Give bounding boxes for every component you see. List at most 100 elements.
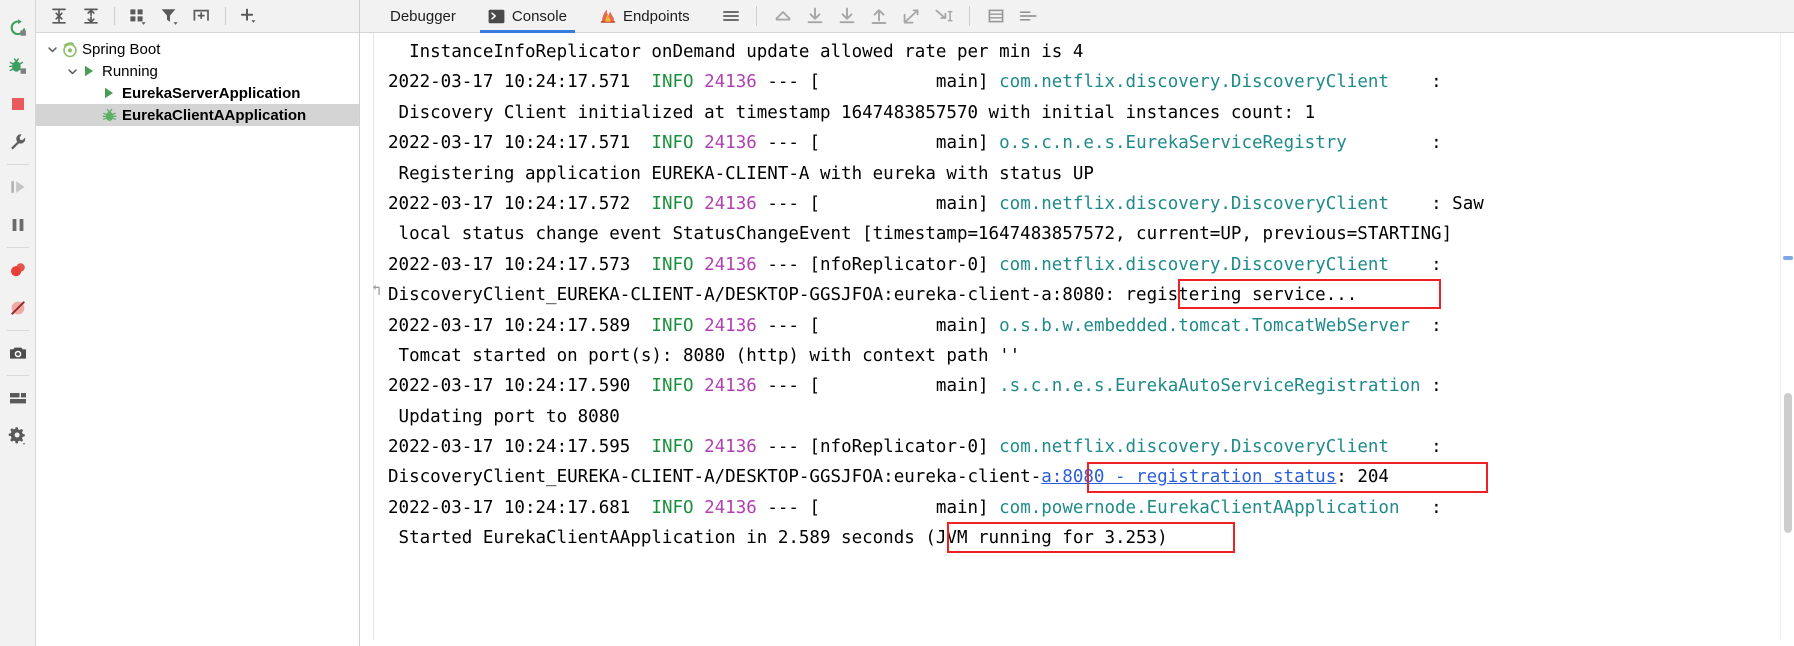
toolbar-divider-2 [225, 7, 226, 25]
console-tabs-bar: Debugger Console Endpoints [360, 0, 1794, 33]
tab-label: Debugger [390, 7, 456, 25]
resume-icon [10, 181, 25, 193]
console-text-segment: : [1346, 133, 1442, 154]
console-text-segment: 24136 [704, 72, 757, 93]
console-line: DiscoveryClient_EUREKA-CLIENT-A/DESKTOP-… [388, 462, 1794, 492]
soft-wrap-button[interactable] [980, 3, 1012, 29]
tab-debugger[interactable]: Debugger [374, 0, 472, 33]
spring-leaf-icon [100, 107, 118, 123]
tree-node-label: Running [102, 62, 158, 80]
console-text-segment: : [1399, 497, 1442, 518]
breakpoint-icon [10, 263, 25, 277]
hamburger-menu-icon [722, 11, 739, 21]
group-by-button[interactable] [123, 3, 153, 29]
collapse-all-button[interactable] [76, 3, 106, 29]
drop-frame-button[interactable] [895, 3, 927, 29]
show-options-menu-button[interactable] [716, 3, 746, 29]
run-green-arrow-icon [100, 85, 118, 101]
console-text-segment [694, 194, 705, 214]
stop-button[interactable] [3, 85, 33, 123]
console-text-segment: Discovery Client initialized at timestam… [388, 102, 1316, 123]
console-text-segment: : 204 [1336, 467, 1389, 488]
tree-node-eureka-server-application[interactable]: EurekaServerApplication [36, 82, 359, 104]
console-side: Debugger Console Endpoints InstanceInfoR… [360, 0, 1794, 646]
drop-frame-icon [903, 9, 919, 24]
resume-program-button[interactable] [3, 168, 33, 206]
gear-settings-button[interactable] [3, 417, 33, 455]
tab-console[interactable]: Console [472, 0, 583, 33]
debug-button[interactable] [3, 47, 33, 85]
console-text-segment: INFO [651, 437, 694, 458]
step-over-button[interactable] [799, 3, 831, 29]
view-breakpoints-button[interactable] [3, 251, 33, 289]
console-text-segment: o.s.c.n.e.s.EurekaServiceRegistry [999, 133, 1347, 154]
run-tree-panel: Spring Boot Running EurekaServerApplicat… [36, 0, 360, 646]
mute-breakpoints-button[interactable] [3, 289, 33, 327]
console-vertical-scrollbar[interactable] [1780, 33, 1794, 640]
screenshot-button[interactable] [3, 334, 33, 372]
console-hyperlink[interactable]: a:8080 - registration status [1041, 467, 1336, 487]
console-text-segment: 2022-03-17 10:24:17.595 [388, 437, 652, 458]
console-text-segment: --- [ main] [756, 133, 1000, 154]
console-line: 2022-03-17 10:24:17.573 INFO 24136 --- [… [388, 250, 1794, 280]
toolbar-divider-1 [114, 7, 115, 25]
console-text-segment: --- [ main] [756, 72, 1000, 93]
plus-icon [240, 8, 256, 23]
console-line: 2022-03-17 10:24:17.571 INFO 24136 --- [… [388, 67, 1794, 97]
console-text-segment: 2022-03-17 10:24:17.572 [388, 193, 652, 214]
fold-marker-icon[interactable]: ↰ [372, 281, 381, 299]
console-text-segment: com.netflix.discovery.DiscoveryClient [999, 72, 1389, 93]
mute-breakpoint-icon [10, 301, 25, 315]
force-step-into-icon [871, 9, 887, 24]
spring-boot-icon [60, 41, 78, 57]
expand-all-button[interactable] [44, 3, 74, 29]
console-line: DiscoveryClient_EUREKA-CLIENT-A/DESKTOP-… [388, 280, 1794, 310]
tab-endpoints[interactable]: Endpoints [583, 0, 706, 33]
console-text-segment: INFO [651, 133, 694, 154]
console-text-segment: com.netflix.discovery.DiscoveryClient [999, 193, 1389, 214]
twisty-expanded-icon[interactable] [64, 63, 80, 79]
run-configurations-tree[interactable]: Spring Boot Running EurekaServerApplicat… [36, 33, 359, 646]
console-text-segment: --- [ main] [756, 193, 1000, 214]
new-frame-button[interactable] [187, 3, 217, 29]
console-text-segment: INFO [651, 315, 694, 336]
settings-wrench-button[interactable] [3, 123, 33, 161]
console-text-segment: .s.c.n.e.s.EurekaAutoServiceRegistration [999, 376, 1421, 397]
console-text-segment [694, 376, 705, 396]
tree-node-running[interactable]: Running [36, 60, 359, 82]
rail-divider-2 [6, 247, 29, 248]
console-line: 2022-03-17 10:24:17.681 INFO 24136 --- [… [388, 493, 1794, 523]
tree-node-spring-boot[interactable]: Spring Boot [36, 38, 359, 60]
console-text[interactable]: InstanceInfoReplicator onDemand update a… [374, 33, 1794, 640]
tabs-divider-2 [968, 6, 970, 26]
run-to-cursor-button[interactable] [927, 3, 959, 29]
console-text-segment: DiscoveryClient_EUREKA-CLIENT-A/DESKTOP-… [388, 467, 1042, 488]
console-line: Started EurekaClientAApplication in 2.58… [388, 523, 1794, 553]
align-lines-button[interactable] [1012, 3, 1044, 29]
chevron-down-icon [173, 22, 178, 25]
scrollbar-thumb[interactable] [1784, 393, 1792, 533]
rerun-button[interactable] [3, 9, 33, 47]
run-green-arrow-icon [80, 63, 98, 79]
step-into-button[interactable] [831, 3, 863, 29]
console-line: Registering application EUREKA-CLIENT-A … [388, 159, 1794, 189]
pause-program-button[interactable] [3, 206, 33, 244]
force-step-into-button[interactable] [863, 3, 895, 29]
console-text-segment: INFO [651, 254, 694, 275]
tree-node-label: EurekaServerApplication [122, 84, 301, 102]
tabs-divider [755, 6, 757, 26]
tab-label: Console [511, 7, 567, 25]
step-out-button[interactable] [767, 3, 799, 29]
console-text-segment: com.netflix.discovery.DiscoveryClient [999, 254, 1389, 275]
tree-node-eureka-client-a-application[interactable]: EurekaClientAApplication [36, 104, 359, 126]
layout-settings-button[interactable] [3, 379, 33, 417]
console-text-segment: 24136 [704, 497, 757, 518]
twisty-expanded-icon[interactable] [44, 41, 60, 57]
layout-icon [9, 393, 26, 404]
add-button[interactable] [234, 3, 264, 29]
console-text-segment: --- [ main] [756, 315, 1000, 336]
filter-button[interactable] [155, 3, 185, 29]
console-text-segment: INFO [651, 497, 694, 518]
console-text-segment: 24136 [704, 315, 757, 336]
step-out-icon [775, 11, 791, 21]
